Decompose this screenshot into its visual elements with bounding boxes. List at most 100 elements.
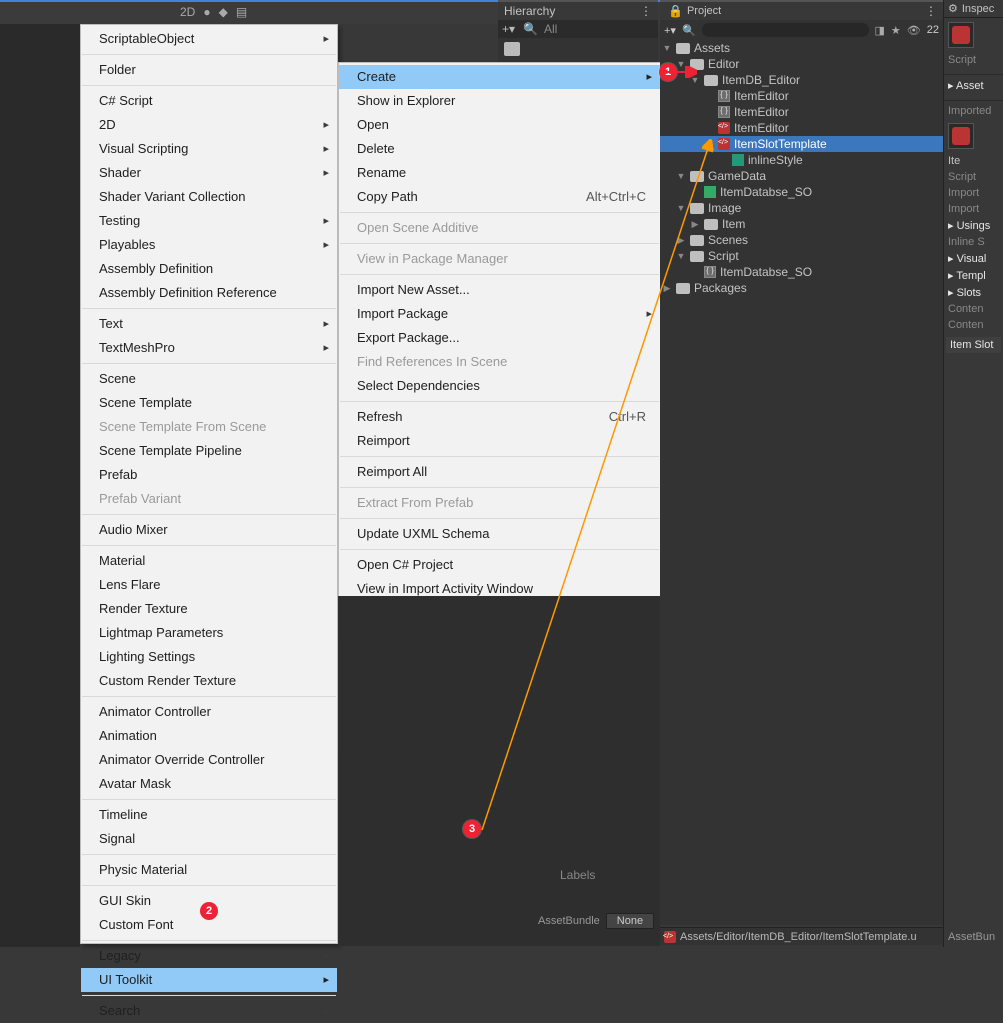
menu-separator [82,363,336,364]
menu1-item[interactable]: Audio Mixer [81,518,337,542]
menu-separator [82,514,336,515]
menu1-item[interactable]: Material [81,549,337,573]
favorite-icon[interactable]: ★ [891,24,901,37]
add-icon[interactable]: +▾ [502,22,515,36]
menu1-item[interactable]: Lighting Settings [81,645,337,669]
menu1-item[interactable]: Signal [81,827,337,851]
menu1-item[interactable]: Assembly Definition [81,257,337,281]
project-tree-row[interactable]: ▼Editor [660,56,943,72]
project-tree-row[interactable]: ItemEditor [660,104,943,120]
asset-section[interactable]: ▸ Asset [944,74,1003,94]
menu2-item[interactable]: Show in Explorer [339,89,660,113]
visibility-icon[interactable]: 👁 [907,24,921,37]
menu1-item[interactable]: Physic Material [81,858,337,882]
menu1-item[interactable]: Shader [81,161,337,185]
menu1-item[interactable]: 2D [81,113,337,137]
menu1-item[interactable]: C# Script [81,89,337,113]
menu1-item[interactable]: Scene Template Pipeline [81,439,337,463]
menu1-item[interactable]: Animator Override Controller [81,748,337,772]
menu1-item[interactable]: Assembly Definition Reference [81,281,337,305]
menu-separator [82,885,336,886]
menu1-item[interactable]: Scene [81,367,337,391]
project-tree-row[interactable]: ItemEditor [660,120,943,136]
menu1-item[interactable]: Testing [81,209,337,233]
template-section[interactable]: ▸ Templ [944,267,1003,284]
search-icon[interactable]: 🔍 [523,22,538,36]
left-gutter [0,24,80,947]
disclosure-triangle-icon[interactable]: ▼ [662,43,672,53]
tree-item-label: ItemDB_Editor [722,73,800,87]
project-tree-row[interactable]: ▼ItemDB_Editor [660,72,943,88]
tool-icon[interactable]: ● [203,5,210,19]
project-panel-header[interactable]: 🔒 Project ⋮ [660,0,943,20]
menu1-item[interactable]: Custom Render Texture [81,669,337,693]
uxml-icon [952,26,970,44]
tool-icon[interactable]: 2D [180,5,195,19]
settings-icon[interactable]: ⚙ [948,2,958,15]
menu1-item[interactable]: ScriptableObject [81,27,337,51]
menu1-item[interactable]: Lens Flare [81,573,337,597]
inline-style-row: Inline S [944,234,1003,250]
hierarchy-filter-all[interactable]: All [544,22,557,36]
tree-item-label: ItemSlotTemplate [734,137,827,151]
menu1-item[interactable]: Render Texture [81,597,337,621]
import-row: Import [944,201,1003,217]
uxml-icon [718,122,730,134]
project-tree-row[interactable]: ▼Assets [660,40,943,56]
scene-toolbar-icons: 2D ● ◆ ▤ [180,5,247,19]
menu1-item[interactable]: Animator Controller [81,700,337,724]
tree-item-label: Editor [708,57,739,71]
menu1-item[interactable]: UI Toolkit [81,968,337,992]
menu2-item[interactable]: Open [339,113,660,137]
folder-icon [676,43,690,54]
hierarchy-search-row: +▾ 🔍 All [498,20,658,38]
menu1-item[interactable]: Animation [81,724,337,748]
project-tree-row[interactable]: ItemEditor [660,88,943,104]
tool-icon[interactable]: ▤ [236,5,247,19]
search-icon[interactable]: 🔍 [682,24,696,37]
menu-separator [82,545,336,546]
folder-icon[interactable] [504,42,520,56]
assetbundle-label: AssetBundle [538,915,600,927]
menu-separator [82,85,336,86]
imported-object-header: Imported [944,100,1003,119]
menu1-item[interactable]: Search [81,999,337,1023]
import-row: Import [944,185,1003,201]
project-search-input[interactable] [702,23,869,37]
hierarchy-panel-header[interactable]: Hierarchy ⋮ [498,0,658,20]
panel-menu-icon[interactable]: ⋮ [640,4,652,18]
add-icon[interactable]: +▾ [664,24,676,37]
menu1-item[interactable]: Legacy [81,944,337,968]
panel-menu-icon[interactable]: ⋮ [925,4,937,18]
menu1-item[interactable]: Text [81,312,337,336]
usings-section[interactable]: ▸ Usings [944,217,1003,234]
tree-item-label: ItemDatabse_SO [720,185,812,199]
menu1-item[interactable]: Prefab [81,463,337,487]
inspector-title: Inspec [962,3,994,15]
project-title: Project [687,5,721,17]
menu1-item[interactable]: Playables [81,233,337,257]
menu-separator [82,308,336,309]
assetbundle-dropdown[interactable]: None [606,913,654,929]
menu1-item[interactable]: Shader Variant Collection [81,185,337,209]
content-row: Conten [944,301,1003,317]
menu1-item[interactable]: Visual Scripting [81,137,337,161]
visual-tree-section[interactable]: ▸ Visual [944,250,1003,267]
menu1-item[interactable]: Folder [81,58,337,82]
inspector-header[interactable]: ⚙ Inspec [944,0,1003,18]
menu1-item[interactable]: Lightmap Parameters [81,621,337,645]
uxml-icon [952,127,970,145]
slots-section[interactable]: ▸ Slots [944,284,1003,301]
menu1-item[interactable]: TextMeshPro [81,336,337,360]
menu2-item[interactable]: Create [339,65,660,89]
filter-icon[interactable]: ◨ [875,24,885,37]
menu1-item[interactable]: Avatar Mask [81,772,337,796]
menu1-item[interactable]: Timeline [81,803,337,827]
tree-item-label: inlineStyle [748,153,803,167]
hidden-count: 22 [927,24,939,36]
lock-icon[interactable]: 🔒 [668,4,683,18]
callout-badge-2: 2 [200,902,218,920]
imported-icon [948,123,974,149]
tool-icon[interactable]: ◆ [219,5,228,19]
menu1-item[interactable]: Scene Template [81,391,337,415]
